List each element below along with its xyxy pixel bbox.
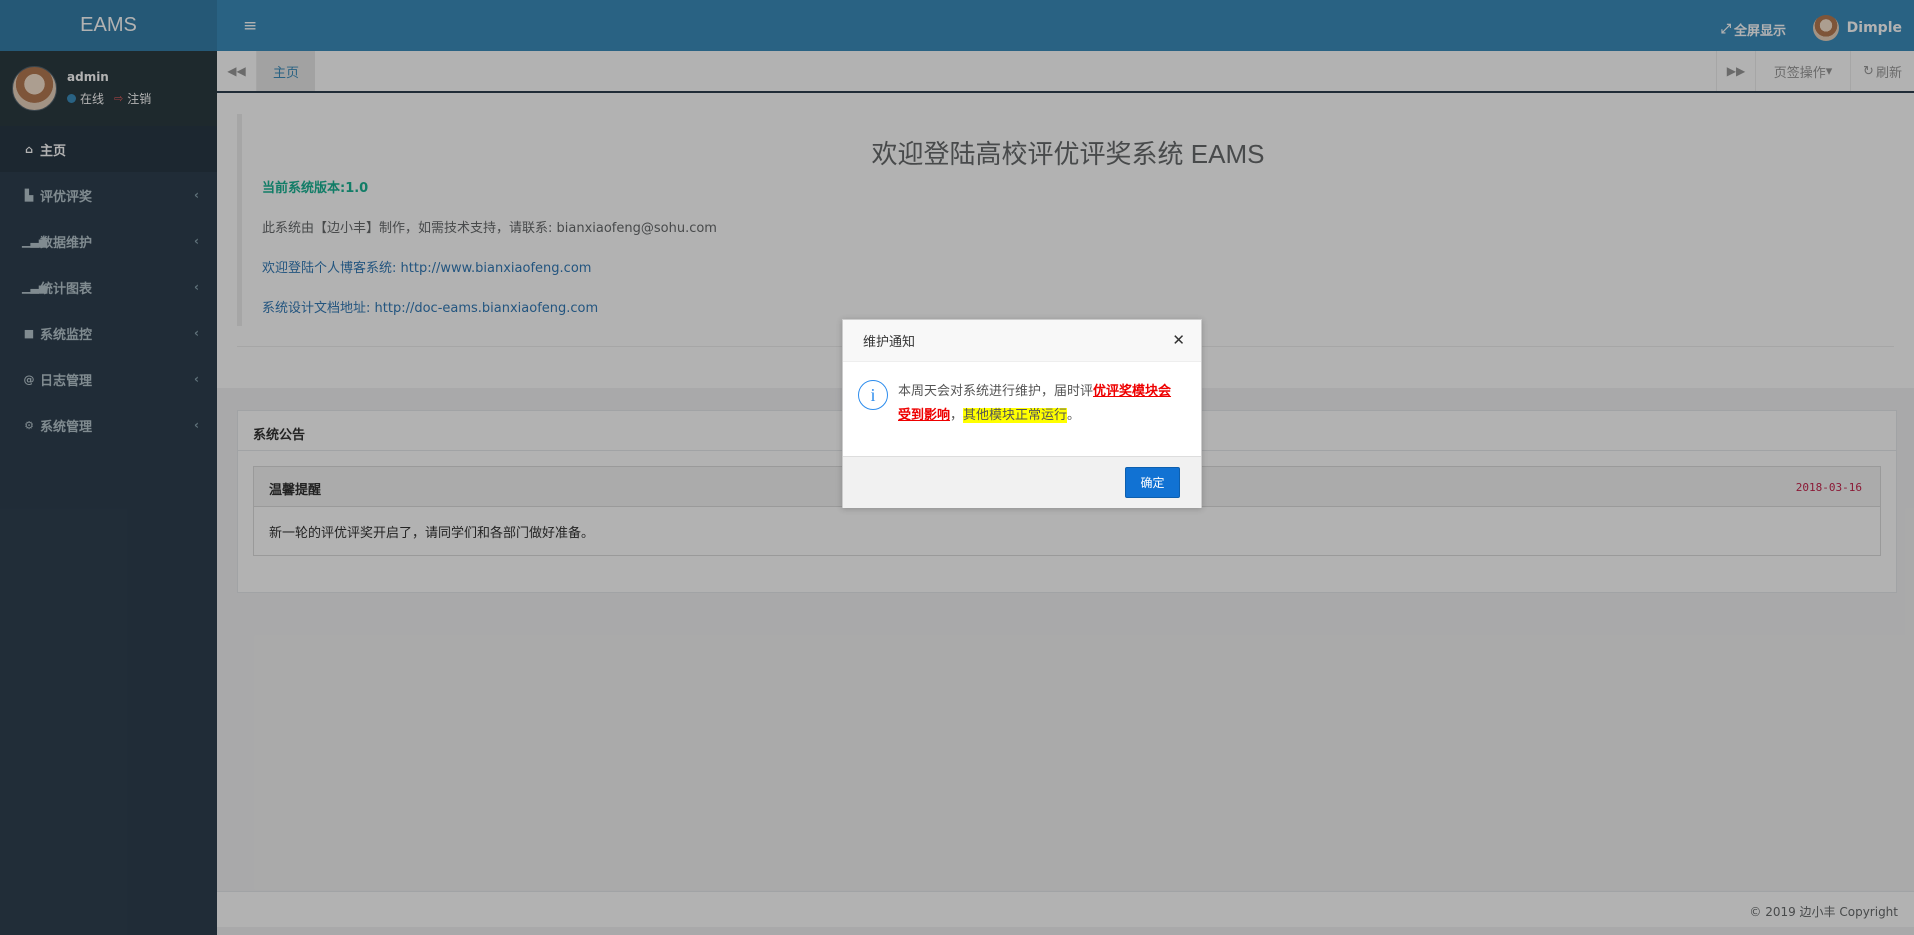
close-icon[interactable]: ✕ <box>1172 331 1185 349</box>
dialog-message: i 本周天会对系统进行维护，届时评优评奖模块会受到影响，其他模块正常运行。 <box>843 362 1201 456</box>
ok-button[interactable]: 确定 <box>1125 467 1180 498</box>
maintenance-dialog: 维护通知 ✕ i 本周天会对系统进行维护，届时评优评奖模块会受到影响，其他模块正… <box>842 319 1202 508</box>
info-icon: i <box>858 380 888 410</box>
dialog-title: 维护通知 <box>863 335 916 350</box>
